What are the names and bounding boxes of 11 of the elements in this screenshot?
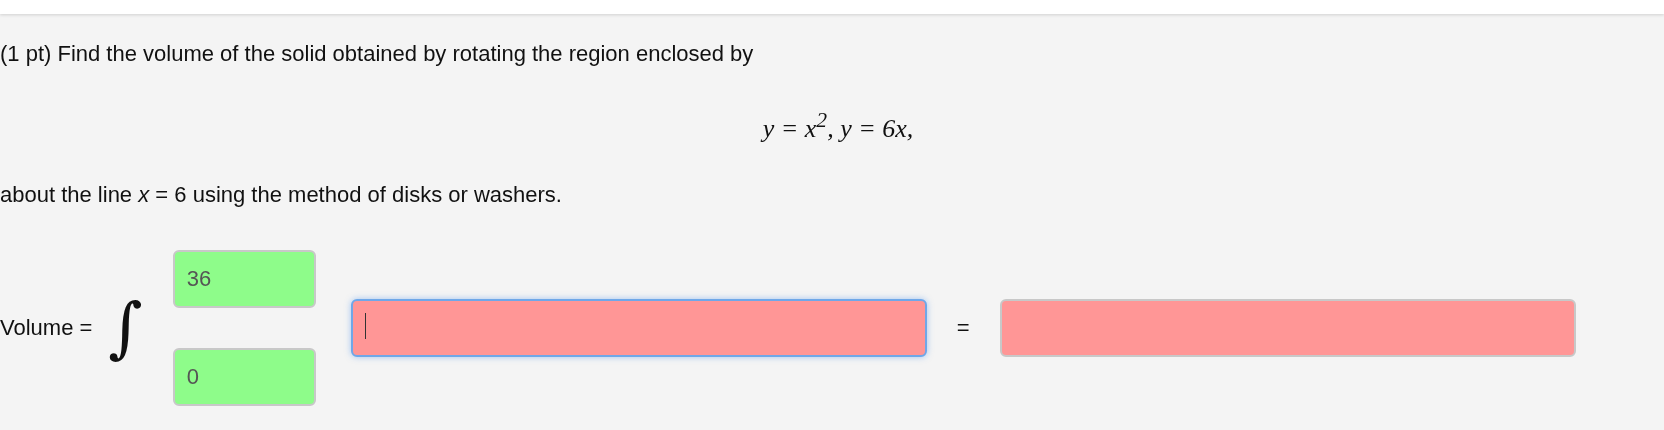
integrand-field[interactable] — [350, 298, 927, 357]
instruction-text: about the line x = 6 using the method of disks or washers. — [0, 180, 563, 209]
integral-sign: ∫ — [108, 294, 143, 361]
upper-limit-field[interactable]: 36 — [172, 249, 316, 308]
equals-sign: = — [956, 314, 970, 341]
text-cursor-icon — [364, 312, 366, 339]
question-text: (1 pt) Find the volume of the solid obtained by rotating the region enclosed by — [0, 40, 755, 68]
lower-limit-field[interactable]: 0 — [172, 347, 316, 406]
result-field[interactable] — [999, 298, 1576, 357]
equation-text: y = x$^{2}$, y = 6x, — [759, 107, 915, 145]
answer-label: Volume = — [0, 314, 93, 341]
